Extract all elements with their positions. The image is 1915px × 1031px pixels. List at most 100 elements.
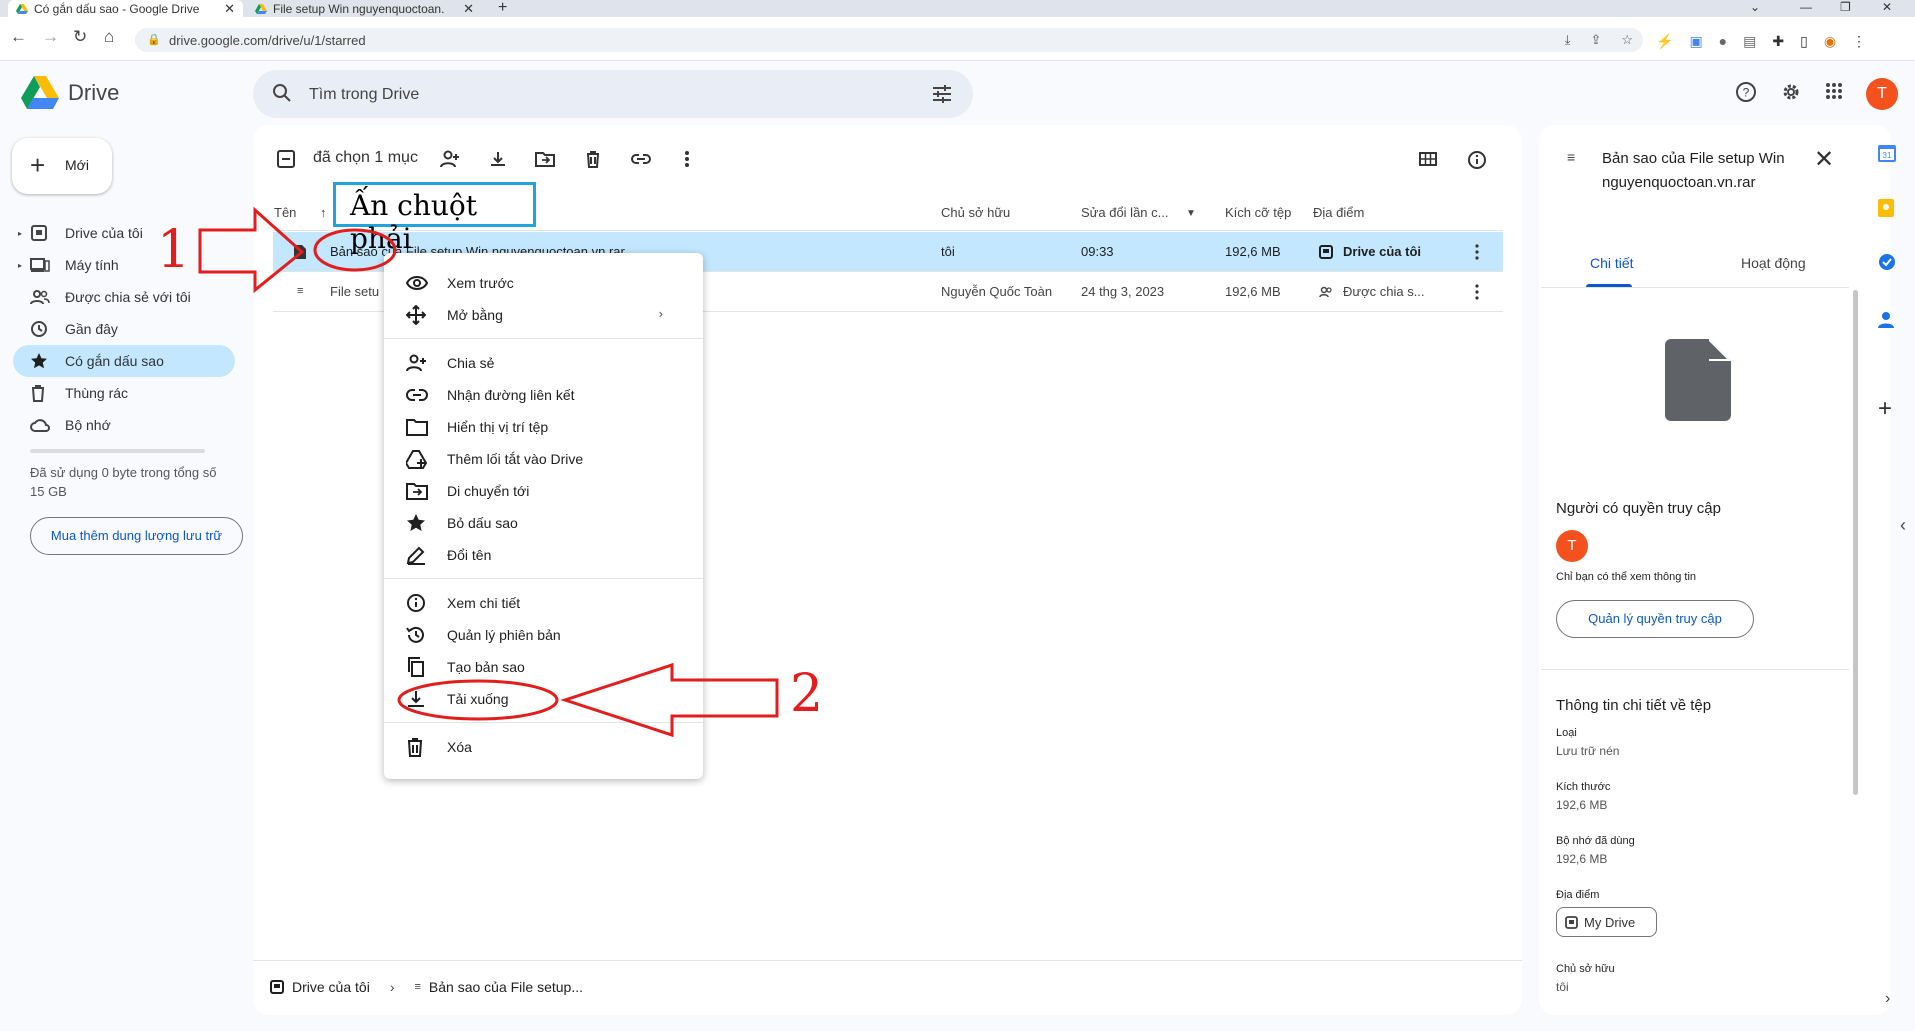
search-bar[interactable]: Tìm trong Drive (253, 70, 973, 118)
menu-item-delete[interactable]: Xóa (384, 732, 703, 762)
install-icon[interactable]: ⤓ (1565, 32, 1571, 48)
column-header-modified[interactable]: Sửa đổi lần c... (1081, 205, 1168, 220)
menu-item-download[interactable]: Tải xuống (384, 684, 703, 714)
sidebar-item-shared[interactable]: Được chia sẻ với tôi (13, 281, 235, 313)
grid-view-icon[interactable] (1419, 150, 1437, 168)
browser-tab-file[interactable]: File setup Win nguyenquoctoan. ✕ (247, 0, 482, 17)
keep-icon[interactable] (1877, 198, 1895, 218)
column-header-name[interactable]: Tên (274, 205, 296, 220)
svg-text:31: 31 (1883, 151, 1892, 160)
buy-storage-button[interactable]: Mua thêm dung lượng lưu trữ (30, 517, 243, 555)
column-header-owner[interactable]: Chủ sở hữu (941, 205, 1010, 220)
menu-item-view-details[interactable]: Xem chi tiết (384, 588, 703, 618)
contacts-icon[interactable] (1877, 310, 1895, 328)
search-options-icon[interactable] (931, 84, 953, 104)
menu-item-rename[interactable]: Đổi tên (384, 540, 703, 570)
restore-icon[interactable]: ❐ (1840, 0, 1851, 14)
home-icon[interactable]: ⌂ (104, 27, 114, 47)
extension-icon[interactable]: ⚡ (1656, 33, 1673, 50)
sidebar-item-starred[interactable]: Có gắn dấu sao (13, 345, 235, 377)
sort-dropdown-icon[interactable]: ▼ (1186, 208, 1196, 219)
breadcrumb-root[interactable]: Drive của tôi (292, 979, 370, 995)
puzzle-icon[interactable]: ✚ (1772, 33, 1784, 50)
column-header-size[interactable]: Kích cỡ tệp (1225, 205, 1291, 220)
download-icon[interactable] (489, 150, 507, 168)
tab-activity[interactable]: Hoạt động (1741, 255, 1806, 271)
account-avatar[interactable]: T (1866, 78, 1898, 110)
calendar-icon[interactable]: 31 (1877, 143, 1897, 163)
row-more-icon[interactable] (1475, 244, 1479, 260)
deselect-checkbox-icon[interactable] (277, 150, 295, 168)
location-chip[interactable]: My Drive (1556, 907, 1657, 937)
profile-icon[interactable]: ◉ (1824, 33, 1836, 50)
add-addon-icon[interactable]: + (1878, 395, 1892, 423)
menu-item-share[interactable]: Chia sẻ (384, 348, 703, 378)
new-button[interactable]: + Mới (12, 138, 112, 194)
more-vert-icon[interactable]: ⋮ (1852, 33, 1866, 50)
share-page-icon[interactable]: ⇪ (1590, 32, 1601, 48)
extension-icon[interactable]: ▤ (1743, 33, 1756, 50)
move-to-folder-icon[interactable] (535, 150, 555, 168)
sort-arrow-icon[interactable]: ↑ (320, 205, 327, 220)
info-details-icon[interactable] (1467, 150, 1487, 170)
file-location[interactable]: Drive của tôi (1343, 244, 1421, 259)
owner-avatar[interactable]: T (1556, 530, 1588, 562)
close-details-icon[interactable]: ✕ (1814, 145, 1834, 174)
close-tab-icon[interactable]: ✕ (463, 1, 474, 17)
sidebar-item-trash[interactable]: Thùng rác (13, 377, 235, 409)
search-icon[interactable] (271, 82, 293, 104)
app-title[interactable]: Drive (68, 80, 119, 106)
copy-link-icon[interactable] (631, 150, 651, 168)
menu-item-open-with[interactable]: Mở bằng › (384, 300, 703, 330)
apps-grid-icon[interactable] (1824, 81, 1844, 101)
menu-item-preview[interactable]: Xem trước (384, 268, 703, 298)
url-text[interactable]: drive.google.com/drive/u/1/starred (169, 33, 366, 48)
reload-icon[interactable]: ↻ (73, 27, 87, 47)
manage-access-button[interactable]: Quản lý quyền truy cập (1556, 600, 1754, 638)
menu-item-make-copy[interactable]: Tạo bản sao (384, 652, 703, 682)
delete-trash-icon[interactable] (585, 150, 601, 168)
menu-item-add-shortcut[interactable]: Thêm lối tắt vào Drive (384, 444, 703, 474)
collapse-panel-icon[interactable]: ‹ (1900, 515, 1906, 536)
share-person-add-icon[interactable] (440, 150, 460, 168)
sidebar-item-my-drive[interactable]: ▸ Drive của tôi (13, 217, 235, 249)
new-tab-icon[interactable]: + (498, 0, 507, 17)
expand-caret-icon[interactable]: ▸ (13, 229, 27, 238)
menu-item-move-to[interactable]: Di chuyển tới (384, 476, 703, 506)
sidebar-item-recent[interactable]: Gần đây (13, 313, 235, 345)
bookmark-star-icon[interactable]: ☆ (1621, 32, 1633, 48)
settings-gear-icon[interactable] (1780, 81, 1802, 103)
breadcrumb-current[interactable]: Bản sao của File setup... (429, 979, 583, 995)
close-window-icon[interactable]: ✕ (1882, 0, 1892, 14)
column-header-location[interactable]: Địa điểm (1313, 205, 1364, 220)
help-icon[interactable]: ? (1735, 81, 1757, 103)
forward-icon[interactable]: → (42, 27, 59, 47)
sidebar-item-storage[interactable]: Bộ nhớ (13, 409, 235, 441)
translate-icon[interactable]: ▣ (1689, 33, 1702, 50)
menu-item-show-location[interactable]: Hiển thị vị trí tệp (384, 412, 703, 442)
extension-icon[interactable]: ● (1719, 33, 1727, 50)
close-tab-icon[interactable]: ✕ (224, 1, 235, 17)
expand-rail-icon[interactable]: › (1885, 990, 1890, 1008)
back-icon[interactable]: ← (10, 27, 27, 47)
menu-item-manage-versions[interactable]: Quản lý phiên bản (384, 620, 703, 650)
tasks-icon[interactable] (1877, 252, 1897, 272)
search-input[interactable]: Tìm trong Drive (309, 86, 419, 104)
drive-logo-icon[interactable] (21, 76, 59, 110)
menu-item-get-link[interactable]: Nhận đường liên kết (384, 380, 703, 410)
expand-caret-icon[interactable]: ▸ (13, 261, 27, 270)
sidebar-item-computers[interactable]: ▸ Máy tính (13, 249, 235, 281)
file-name[interactable]: File setu (330, 284, 379, 299)
file-location[interactable]: Được chia s... (1343, 284, 1425, 299)
browser-tab-drive[interactable]: Có gắn dấu sao - Google Drive ✕ (8, 0, 243, 17)
sidepanel-icon[interactable]: ▯ (1800, 33, 1808, 50)
address-bar[interactable]: 🔒 drive.google.com/drive/u/1/starred ⤓ ⇪… (135, 28, 1643, 52)
details-scrollbar[interactable] (1853, 290, 1858, 795)
row-more-icon[interactable] (1475, 284, 1479, 300)
tab-details[interactable]: Chi tiết (1590, 255, 1634, 271)
more-actions-icon[interactable] (684, 150, 690, 168)
tab-search-icon[interactable]: ⌄ (1750, 0, 1760, 14)
menu-item-unstar[interactable]: Bỏ dấu sao (384, 508, 703, 538)
lock-icon[interactable]: 🔒 (147, 33, 161, 46)
minimize-icon[interactable]: — (1800, 0, 1812, 14)
